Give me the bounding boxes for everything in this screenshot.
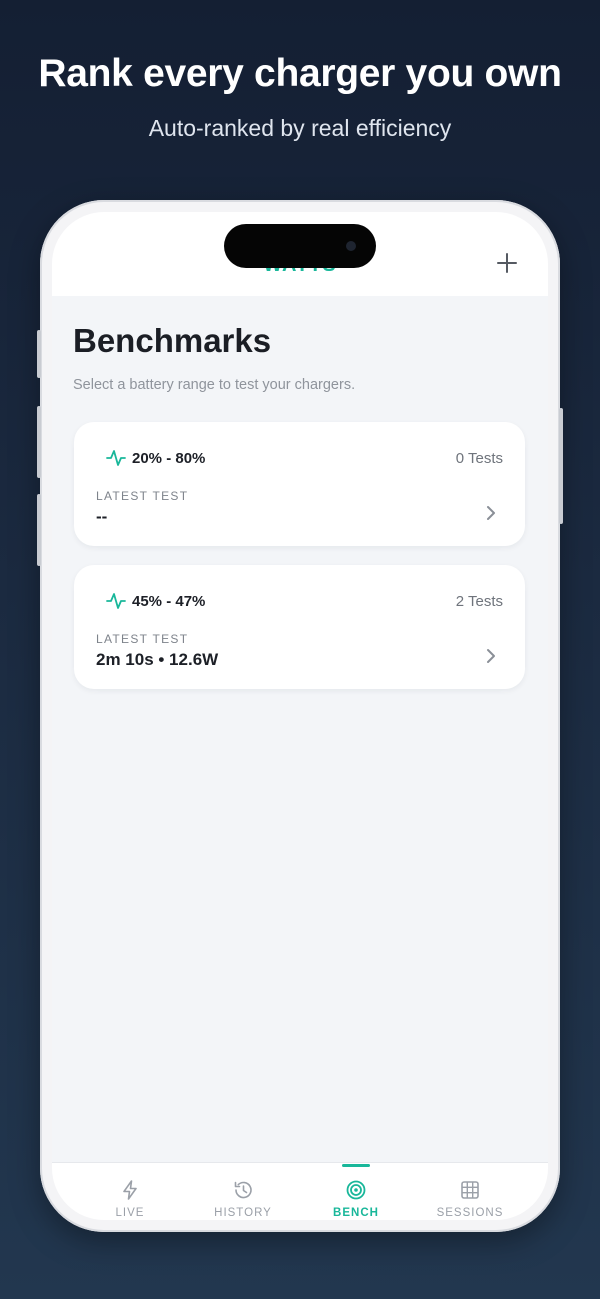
add-benchmark-button[interactable] (492, 248, 522, 278)
tab-bar: LIVE HISTORY BENCH SESSIONS (52, 1162, 548, 1220)
tab-sessions[interactable]: SESSIONS (415, 1163, 525, 1220)
grid-icon (461, 1181, 479, 1199)
active-tab-indicator (342, 1164, 370, 1167)
tab-bench[interactable]: BENCH (301, 1163, 411, 1220)
chevron-right-icon (487, 649, 495, 663)
benchmark-card[interactable]: 45% - 47% 2 Tests LATEST TEST 2m 10s • 1… (74, 565, 525, 689)
tab-history[interactable]: HISTORY (188, 1163, 298, 1220)
promo-headline: Rank every charger you own (38, 52, 562, 95)
tab-label: LIVE (115, 1207, 145, 1219)
benchmark-range: 20% - 80% (132, 449, 206, 467)
top-bar: WATTS (52, 212, 548, 296)
latest-test-label: LATEST TEST (96, 489, 189, 503)
benchmark-card[interactable]: 20% - 80% 0 Tests LATEST TEST -- (74, 422, 525, 546)
tab-label: HISTORY (214, 1207, 272, 1219)
phone-volume-down-button (37, 494, 41, 566)
tab-label: SESSIONS (436, 1207, 504, 1219)
app-screen: WATTS Benchmarks Select a battery range … (52, 212, 548, 1220)
chevron-right-icon (487, 506, 495, 520)
test-count: 2 Tests (455, 593, 503, 610)
phone-power-button (559, 408, 563, 524)
latest-test-value: -- (96, 507, 108, 526)
page-title: Benchmarks (73, 322, 272, 359)
pulse-icon (106, 450, 126, 466)
tab-label: BENCH (333, 1207, 379, 1219)
phone-volume-up-button (37, 406, 41, 478)
target-icon (346, 1180, 366, 1200)
plus-icon (497, 253, 517, 273)
page-subtitle: Select a battery range to test your char… (73, 377, 356, 393)
pulse-icon (106, 593, 126, 609)
benchmark-range-row: 20% - 80% (106, 448, 205, 468)
promo-subline: Auto-ranked by real efficiency (148, 115, 452, 141)
camera-dot (346, 241, 356, 251)
phone-action-button (37, 330, 41, 378)
benchmark-range: 45% - 47% (132, 592, 206, 610)
benchmark-range-row: 45% - 47% (106, 591, 205, 611)
history-icon (234, 1181, 252, 1199)
tab-live[interactable]: LIVE (75, 1163, 185, 1220)
test-count: 0 Tests (455, 450, 503, 467)
bolt-icon (123, 1180, 137, 1200)
latest-test-value: 2m 10s • 12.6W (96, 650, 219, 669)
dynamic-island (224, 224, 376, 268)
latest-test-label: LATEST TEST (96, 632, 189, 646)
